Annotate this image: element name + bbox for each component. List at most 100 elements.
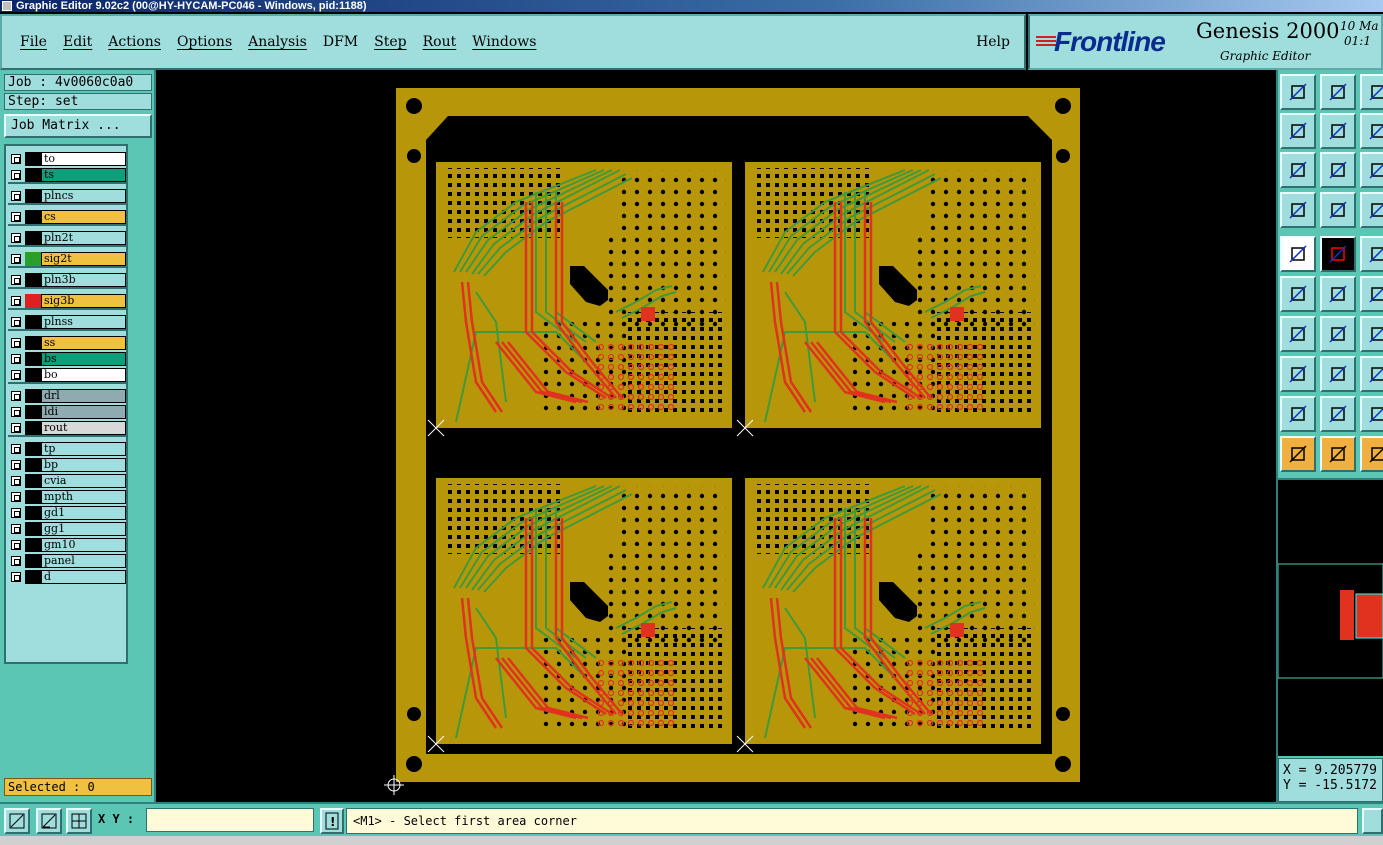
- layer-name[interactable]: drl: [41, 389, 126, 403]
- layers-icon[interactable]: [1360, 192, 1383, 228]
- layer-checkbox[interactable]: [11, 191, 21, 201]
- layer-checkbox[interactable]: [11, 391, 21, 401]
- job-matrix-button[interactable]: Job Matrix ...: [4, 114, 152, 138]
- arrow-triangle-icon[interactable]: [1320, 396, 1356, 432]
- layer-name[interactable]: bs: [41, 352, 126, 366]
- menu-file[interactable]: File: [12, 34, 55, 50]
- menu-analysis[interactable]: Analysis: [240, 34, 315, 50]
- layer-checkbox[interactable]: [11, 354, 21, 364]
- alert-icon[interactable]: !: [320, 808, 344, 834]
- layer-row[interactable]: d: [8, 570, 126, 584]
- menu-edit[interactable]: Edit: [55, 34, 100, 50]
- menu-step[interactable]: Step: [366, 34, 414, 50]
- layer-checkbox[interactable]: [11, 492, 21, 502]
- layer-row[interactable]: ss: [8, 336, 126, 350]
- layer-name[interactable]: mpth: [41, 490, 126, 504]
- layer-row[interactable]: to: [8, 152, 126, 166]
- open-job-icon[interactable]: [1280, 74, 1316, 110]
- layer-checkbox[interactable]: [11, 154, 21, 164]
- layer-name[interactable]: gd1: [41, 506, 126, 520]
- save-icon[interactable]: [1320, 74, 1356, 110]
- layer-row[interactable]: pln2t: [8, 231, 126, 245]
- layer-name[interactable]: ts: [41, 168, 126, 182]
- zoom-area-icon[interactable]: [1360, 113, 1383, 149]
- ruler-icon[interactable]: [1360, 236, 1383, 272]
- layer-checkbox[interactable]: [11, 370, 21, 380]
- graphic-canvas[interactable]: [158, 70, 1276, 802]
- add-pad-icon[interactable]: [1280, 236, 1316, 272]
- layer-name[interactable]: gg1: [41, 522, 126, 536]
- layer-row[interactable]: panel: [8, 554, 126, 568]
- curve-icon[interactable]: [1360, 396, 1383, 432]
- layer-row[interactable]: gm10: [8, 538, 126, 552]
- layer-row[interactable]: plncs: [8, 189, 126, 203]
- settings-icon[interactable]: [1280, 192, 1316, 228]
- menu-windows[interactable]: Windows: [464, 34, 544, 50]
- layer-row[interactable]: gd1: [8, 506, 126, 520]
- layer-checkbox[interactable]: [11, 296, 21, 306]
- menu-dfm[interactable]: DFM: [315, 34, 366, 50]
- layer-checkbox[interactable]: [11, 170, 21, 180]
- layer-checkbox[interactable]: [11, 524, 21, 534]
- layer-name[interactable]: sig3b: [41, 294, 126, 308]
- layer-checkbox[interactable]: [11, 233, 21, 243]
- layer-name[interactable]: tp: [41, 442, 126, 456]
- layer-checkbox[interactable]: [11, 556, 21, 566]
- layer-name[interactable]: pln3b: [41, 273, 126, 287]
- layer-row[interactable]: ts: [8, 168, 126, 182]
- overview-preview[interactable]: [1277, 478, 1383, 756]
- layer-name[interactable]: to: [41, 152, 126, 166]
- layer-name[interactable]: cvia: [41, 474, 126, 488]
- triangle-icon[interactable]: [1280, 396, 1316, 432]
- menu-options[interactable]: Options: [169, 34, 240, 50]
- layer-row[interactable]: plnss: [8, 315, 126, 329]
- layer-row[interactable]: drl: [8, 389, 126, 403]
- layer-name[interactable]: panel: [41, 554, 126, 568]
- add-line-icon[interactable]: [1320, 236, 1356, 272]
- menu-help[interactable]: Help: [976, 34, 1010, 50]
- route-icon[interactable]: [1360, 276, 1383, 312]
- grid-snap-icon[interactable]: [66, 808, 92, 834]
- layer-checkbox[interactable]: [11, 423, 21, 433]
- pan-icon[interactable]: [1320, 152, 1356, 188]
- layer-checkbox[interactable]: [11, 317, 21, 327]
- select-icon[interactable]: [1280, 436, 1316, 472]
- zoom-out-icon[interactable]: [1320, 113, 1356, 149]
- layer-name[interactable]: rout: [41, 421, 126, 435]
- layer-checkbox[interactable]: [11, 460, 21, 470]
- layer-row[interactable]: pln3b: [8, 273, 126, 287]
- layer-name[interactable]: ss: [41, 336, 126, 350]
- layer-checkbox[interactable]: [11, 212, 21, 222]
- layer-name[interactable]: cs: [41, 210, 126, 224]
- ratio-icon[interactable]: [1360, 152, 1383, 188]
- layer-row[interactable]: tp: [8, 442, 126, 456]
- fit-all-icon[interactable]: [1280, 152, 1316, 188]
- snap-icon[interactable]: [1320, 192, 1356, 228]
- layer-row[interactable]: gg1: [8, 522, 126, 536]
- layer-row[interactable]: sig2t: [8, 252, 126, 266]
- menu-actions[interactable]: Actions: [100, 34, 169, 50]
- pad-shape-icon[interactable]: [1280, 356, 1316, 392]
- layer-name[interactable]: ldi: [41, 405, 126, 419]
- line-draw-icon[interactable]: [1320, 316, 1356, 352]
- layer-checkbox[interactable]: [11, 254, 21, 264]
- layer-checkbox[interactable]: [11, 338, 21, 348]
- layer-name[interactable]: pln2t: [41, 231, 126, 245]
- select-area-icon[interactable]: [1360, 436, 1383, 472]
- measure-icon[interactable]: [36, 808, 62, 834]
- layer-row[interactable]: bp: [8, 458, 126, 472]
- line-angle-icon[interactable]: [1280, 316, 1316, 352]
- layer-checkbox[interactable]: [11, 540, 21, 550]
- close-icon[interactable]: [1360, 74, 1383, 110]
- layer-row[interactable]: cvia: [8, 474, 126, 488]
- layer-checkbox[interactable]: [11, 407, 21, 417]
- layer-checkbox[interactable]: [11, 476, 21, 486]
- menu-rout[interactable]: Rout: [415, 34, 465, 50]
- layer-name[interactable]: plncs: [41, 189, 126, 203]
- layer-name[interactable]: bo: [41, 368, 126, 382]
- layer-row[interactable]: bo: [8, 368, 126, 382]
- delete-icon[interactable]: [1320, 276, 1356, 312]
- zoom-window-icon[interactable]: [4, 808, 30, 834]
- layer-checkbox[interactable]: [11, 444, 21, 454]
- layer-checkbox[interactable]: [11, 275, 21, 285]
